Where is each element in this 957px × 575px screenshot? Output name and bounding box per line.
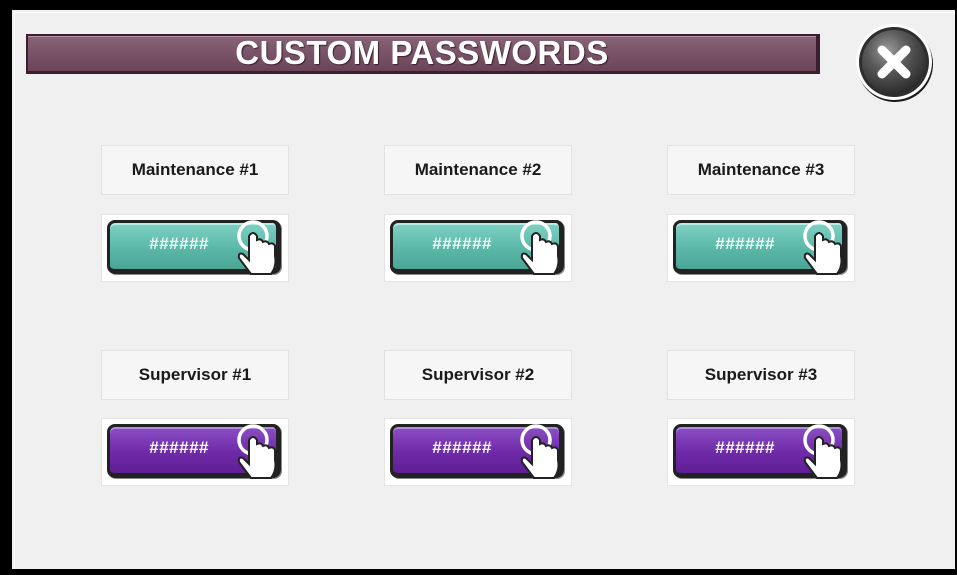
label-supervisor-3: Supervisor #3: [667, 350, 855, 400]
maintenance-3-password-button[interactable]: ######: [667, 212, 855, 282]
supervisor-3-password-button[interactable]: ######: [667, 416, 855, 486]
title-bar: CUSTOM PASSWORDS: [26, 34, 820, 74]
touch-hand-icon: [237, 424, 277, 479]
maintenance-2-password-button[interactable]: ######: [384, 212, 572, 282]
label-maintenance-2: Maintenance #2: [384, 145, 572, 195]
touch-hand-icon: [520, 424, 560, 479]
close-button[interactable]: [852, 20, 936, 104]
close-icon: [856, 24, 933, 102]
touch-hand-icon: [803, 220, 843, 275]
page-title: CUSTOM PASSWORDS: [235, 34, 609, 71]
touch-hand-icon: [520, 220, 560, 275]
touch-hand-icon: [237, 220, 277, 275]
label-maintenance-1: Maintenance #1: [101, 145, 289, 195]
label-supervisor-2: Supervisor #2: [384, 350, 572, 400]
supervisor-1-password-button[interactable]: ######: [101, 416, 289, 486]
label-supervisor-1: Supervisor #1: [101, 350, 289, 400]
maintenance-1-password-button[interactable]: ######: [101, 212, 289, 282]
label-maintenance-3: Maintenance #3: [667, 145, 855, 195]
supervisor-2-password-button[interactable]: ######: [384, 416, 572, 486]
touch-hand-icon: [803, 424, 843, 479]
